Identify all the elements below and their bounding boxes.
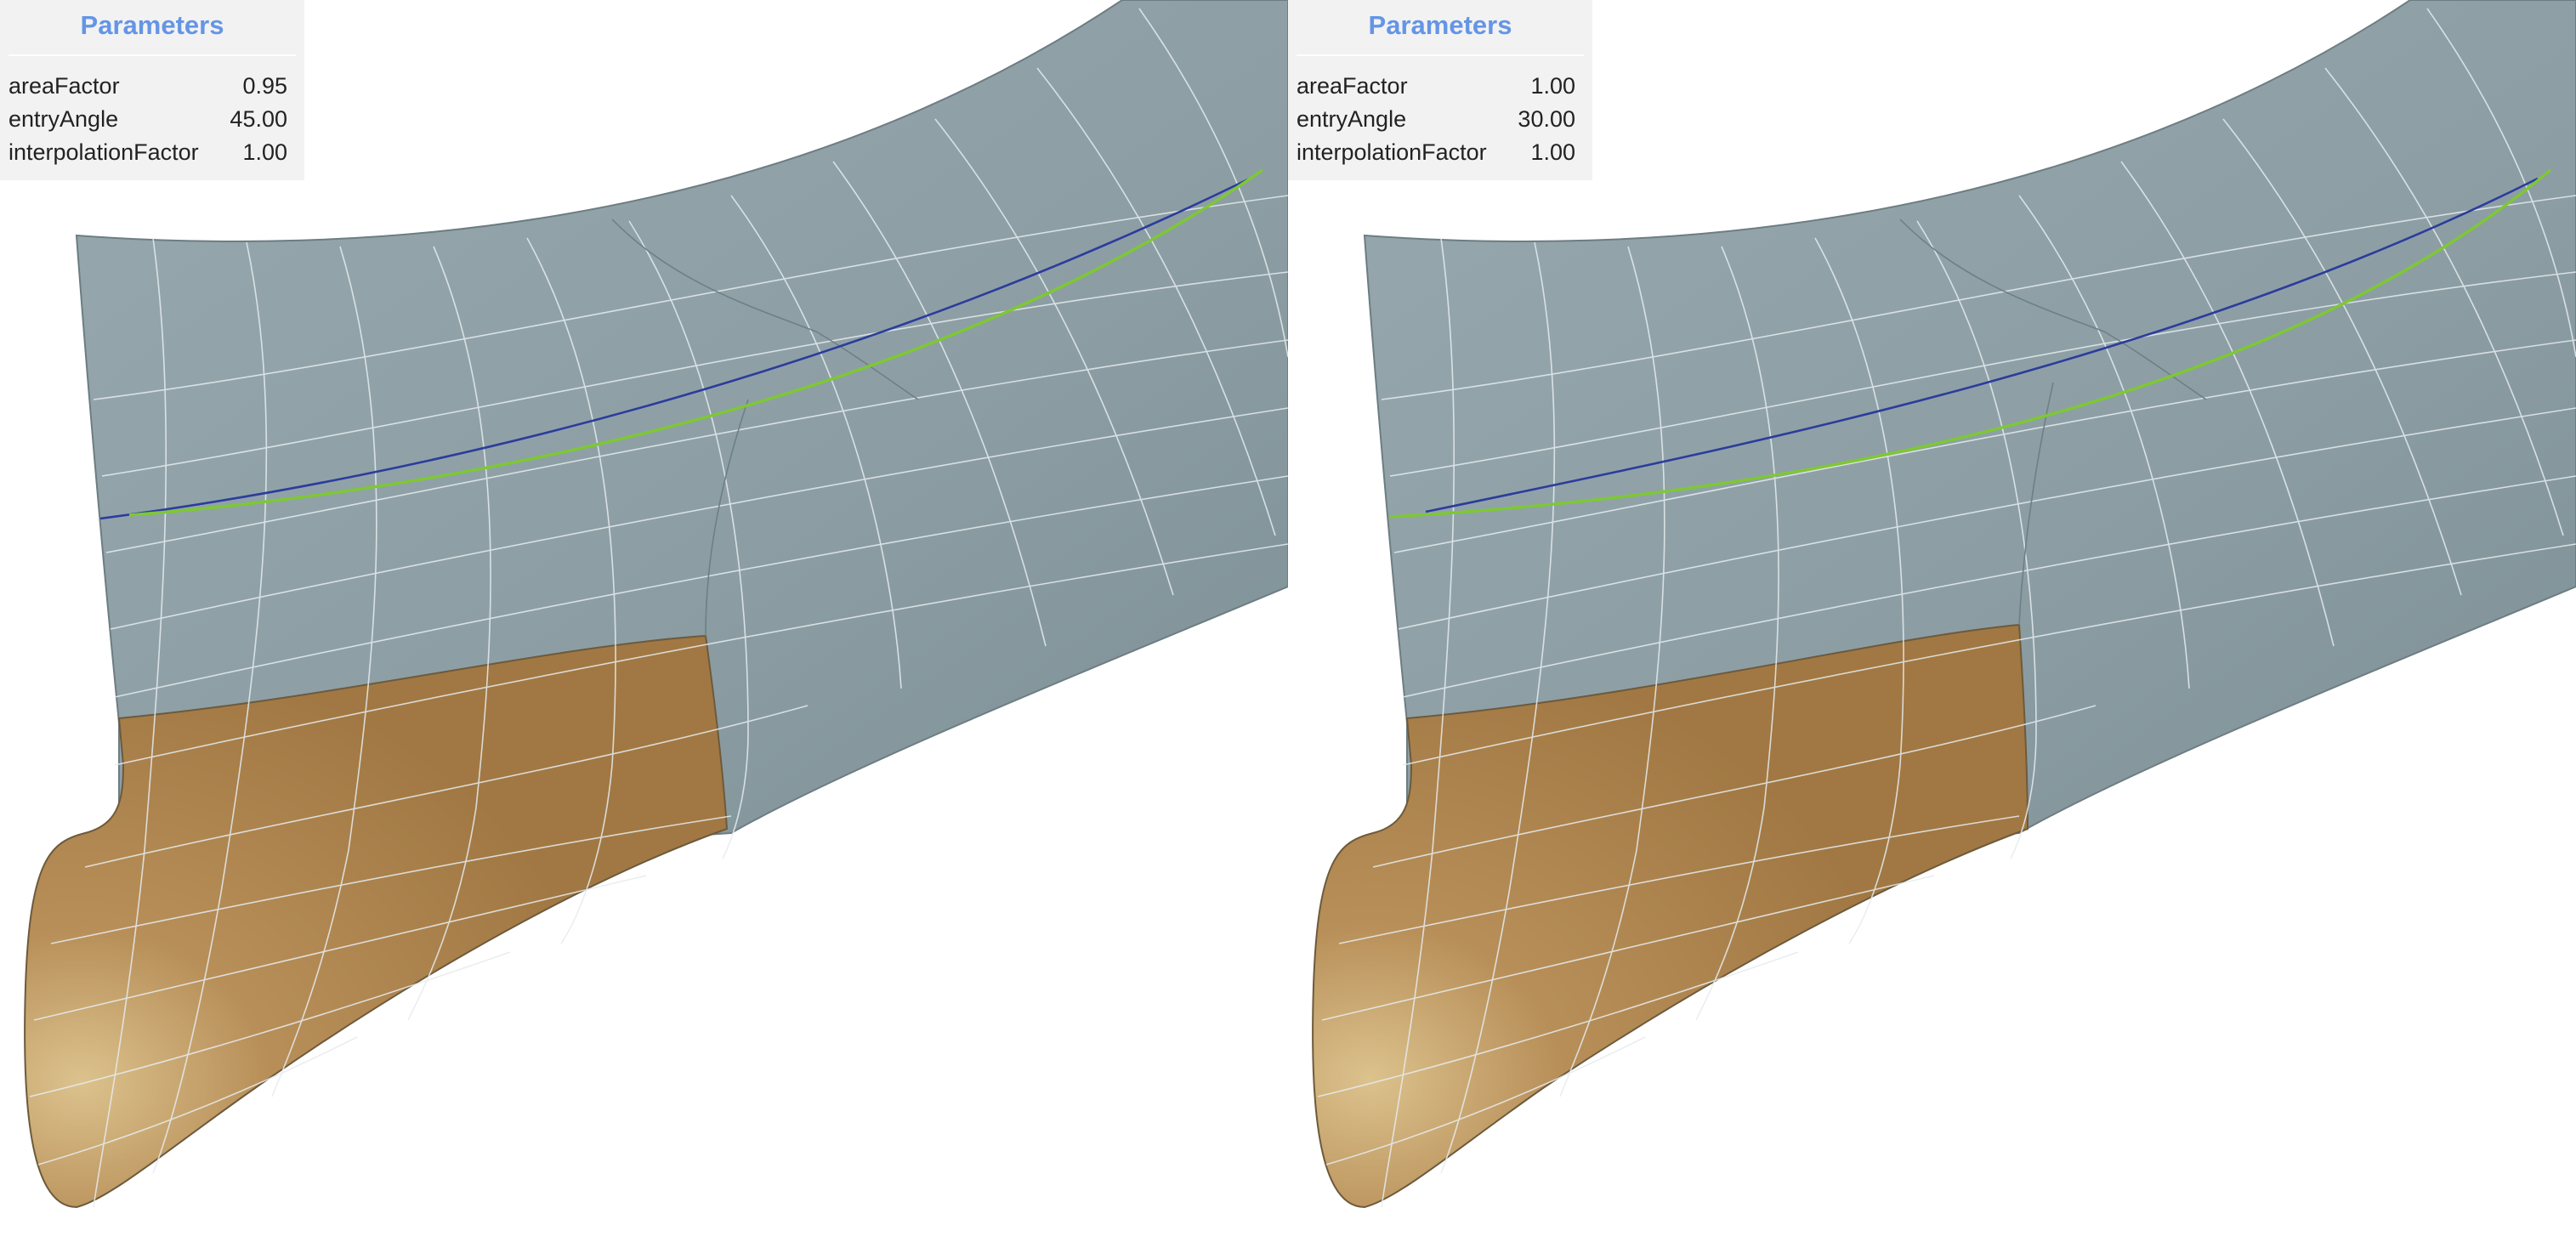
param-row-interpolation-factor[interactable]: interpolationFactor 1.00 <box>1297 136 1575 169</box>
hull-render-left[interactable] <box>0 0 1288 1236</box>
viewport-left[interactable]: Parameters areaFactor 0.95 entryAngle 45… <box>0 0 1288 1236</box>
param-row-entry-angle[interactable]: entryAngle 45.00 <box>9 103 287 136</box>
parameters-panel: Parameters areaFactor 0.95 entryAngle 45… <box>0 0 304 180</box>
bulb-surface <box>24 634 729 1209</box>
param-label: entryAngle <box>1297 106 1407 132</box>
param-label: areaFactor <box>9 73 120 99</box>
param-value[interactable]: 0.95 <box>242 70 287 103</box>
param-value[interactable]: 1.00 <box>1530 136 1575 169</box>
parameters-title: Parameters <box>9 0 296 56</box>
param-row-interpolation-factor[interactable]: interpolationFactor 1.00 <box>9 136 287 169</box>
param-value[interactable]: 1.00 <box>242 136 287 169</box>
parameters-panel: Parameters areaFactor 1.00 entryAngle 30… <box>1288 0 1592 180</box>
param-row-area-factor[interactable]: areaFactor 0.95 <box>9 70 287 103</box>
viewport-right[interactable]: Parameters areaFactor 1.00 entryAngle 30… <box>1288 0 2576 1236</box>
param-label: areaFactor <box>1297 73 1408 99</box>
param-value[interactable]: 45.00 <box>230 103 287 136</box>
param-value[interactable]: 1.00 <box>1530 70 1575 103</box>
parameters-list: areaFactor 0.95 entryAngle 45.00 interpo… <box>9 56 287 169</box>
param-row-area-factor[interactable]: areaFactor 1.00 <box>1297 70 1575 103</box>
param-label: interpolationFactor <box>9 139 199 165</box>
param-value[interactable]: 30.00 <box>1518 103 1575 136</box>
param-label: interpolationFactor <box>1297 139 1487 165</box>
param-row-entry-angle[interactable]: entryAngle 30.00 <box>1297 103 1575 136</box>
param-label: entryAngle <box>9 106 119 132</box>
parameters-title: Parameters <box>1297 0 1584 56</box>
parameters-list: areaFactor 1.00 entryAngle 30.00 interpo… <box>1297 56 1575 169</box>
hull-render-right[interactable] <box>1288 0 2576 1236</box>
